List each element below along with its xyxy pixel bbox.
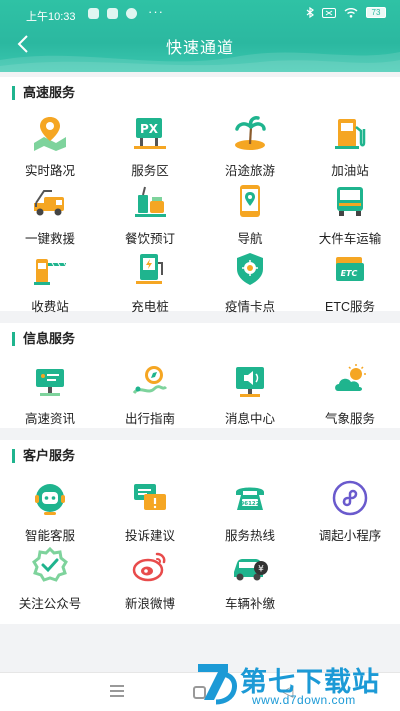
grid-item-vehicle-payment[interactable]: ¥ 车辆补缴 [200, 546, 300, 612]
grid-item-etc-service[interactable]: ETC ETC服务 [300, 249, 400, 315]
status-bar: 上午10:33 ··· 73 [0, 0, 400, 28]
mini-program-icon [332, 480, 368, 516]
svg-text:ETC: ETC [341, 269, 358, 278]
grid-item-label: 出行指南 [124, 412, 175, 426]
grid-item-label: 加油站 [331, 164, 369, 178]
grid-item-label: 充电桩 [131, 300, 169, 314]
section-title: 信息服务 [12, 332, 75, 346]
watermark: 第七下载站 www.d7down.com [194, 658, 394, 708]
grid-item-toll-station[interactable]: 收费站 [0, 249, 100, 315]
grid-item-label: ETC服务 [324, 300, 375, 314]
grid-item-label: 导航 [237, 232, 263, 246]
palm-island-icon [235, 116, 266, 150]
notification-app-icon [88, 8, 99, 19]
grid-item-gas-station[interactable]: 加油站 [300, 113, 400, 179]
status-right: 73 [306, 7, 386, 18]
svg-text:¥: ¥ [258, 565, 264, 575]
grid-item-label: 高速资讯 [24, 412, 75, 426]
grid-item-label: 新浪微博 [124, 597, 175, 611]
more-notifications-indicator: ··· [148, 4, 164, 19]
grid-item-navigation[interactable]: 导航 [200, 181, 300, 247]
page-title: 快速通道 [165, 40, 234, 57]
grid-item-label: 服务热线 [224, 529, 275, 543]
weibo-icon [132, 552, 166, 582]
bluetooth-icon [306, 7, 314, 18]
fuel-pump-icon [335, 119, 366, 149]
hotline-phone-icon: 96122 [236, 487, 264, 510]
svg-text:PX: PX [140, 122, 159, 136]
toll-gate-icon [34, 259, 67, 285]
drink-food-icon [135, 186, 166, 217]
grid-item-label: 气象服务 [324, 412, 375, 426]
status-time: 上午10:33 [26, 11, 76, 23]
section-title: 高速服务 [12, 86, 75, 100]
grid-item-follow-official-account[interactable]: 关注公众号 [0, 546, 100, 612]
grid-item-label: 实时路况 [24, 164, 75, 178]
compass-route-icon [132, 366, 168, 395]
grid-item-label: 服务区 [131, 164, 169, 178]
svg-text:96122: 96122 [240, 501, 259, 507]
notification-app-icon [126, 8, 137, 19]
notification-icons [88, 8, 137, 19]
app-header: 上午10:33 ··· 73 快速通道 [0, 0, 400, 72]
grid-item-label: 关注公众号 [18, 597, 82, 611]
battery-icon: 73 [366, 7, 386, 18]
grid-item-weather-service[interactable]: 气象服务 [300, 361, 400, 427]
news-icon [36, 369, 64, 396]
tow-truck-icon [34, 190, 64, 216]
charging-pile-icon [136, 254, 163, 284]
service-area-px-icon: PX [134, 118, 166, 149]
grid-item-label: 沿途旅游 [224, 164, 275, 178]
grid-item-sina-weibo[interactable]: 新浪微博 [100, 546, 200, 612]
grid-item-label: 大件车运输 [318, 232, 382, 246]
complaint-chat-icon [134, 484, 166, 510]
grid-item-smart-support[interactable]: 智能客服 [0, 478, 100, 544]
big-truck-icon [337, 187, 363, 216]
section-title: 客户服务 [12, 449, 75, 463]
grid-item-service-area[interactable]: PX 服务区 [100, 113, 200, 179]
d7down-logo-icon [198, 664, 237, 705]
robot-headset-icon [35, 484, 65, 515]
etc-card-icon: ETC [336, 257, 364, 281]
grid-item-highway-news[interactable]: 高速资讯 [0, 361, 100, 427]
grid-item-label: 投诉建议 [124, 529, 175, 543]
map-pin-icon [34, 117, 66, 151]
sim-icon [322, 7, 336, 18]
grid-item-label: 疫情卡点 [224, 300, 275, 314]
grid-item-label: 餐饮预订 [124, 232, 175, 246]
grid-item-travel[interactable]: 沿途旅游 [200, 113, 300, 179]
grid-item-label: 智能客服 [24, 529, 75, 543]
menu-button[interactable] [110, 685, 124, 700]
navigation-phone-icon [240, 185, 260, 217]
weather-cloud-icon [335, 364, 366, 391]
grid-item-realtime-traffic[interactable]: 实时路况 [0, 113, 100, 179]
grid-item-dining[interactable]: 餐饮预订 [100, 181, 200, 247]
grid-item-message-center[interactable]: 消息中心 [200, 361, 300, 427]
grid-item-complaint[interactable]: 投诉建议 [100, 478, 200, 544]
grid-item-travel-guide[interactable]: 出行指南 [100, 361, 200, 427]
section-info-services: 信息服务 高速资讯 出行指南 消息中心 气象服务 [0, 323, 400, 428]
car-payment-icon: ¥ [234, 559, 268, 581]
grid-item-large-vehicle[interactable]: 大件车运输 [300, 181, 400, 247]
grid-item-charging-pile[interactable]: 充电桩 [100, 249, 200, 315]
watermark-url: www.d7down.com [252, 693, 356, 707]
section-highway-services: 高速服务 实时路况 PX 服务区 沿途旅游 加油站 一键救援 餐饮预订 导航 大… [0, 77, 400, 314]
message-board-icon [236, 367, 264, 397]
badge-check-icon [32, 546, 68, 582]
epidemic-shield-icon [237, 253, 263, 285]
wifi-icon [344, 8, 358, 18]
grid-item-label: 消息中心 [224, 412, 275, 426]
notification-app-icon [107, 8, 118, 19]
grid-item-rescue[interactable]: 一键救援 [0, 181, 100, 247]
section-customer-services: 客户服务 智能客服 投诉建议 96122 服务热线 调起小程序 关注公众号 新浪… [0, 440, 400, 624]
grid-item-label: 车辆补缴 [224, 597, 275, 611]
grid-item-label: 收费站 [31, 300, 69, 314]
grid-item-epidemic-checkpoint[interactable]: 疫情卡点 [200, 249, 300, 315]
grid-item-mini-program[interactable]: 调起小程序 [300, 478, 400, 544]
grid-item-label: 一键救援 [24, 232, 75, 246]
grid-item-label: 调起小程序 [318, 529, 382, 543]
grid-item-service-hotline[interactable]: 96122 服务热线 [200, 478, 300, 544]
